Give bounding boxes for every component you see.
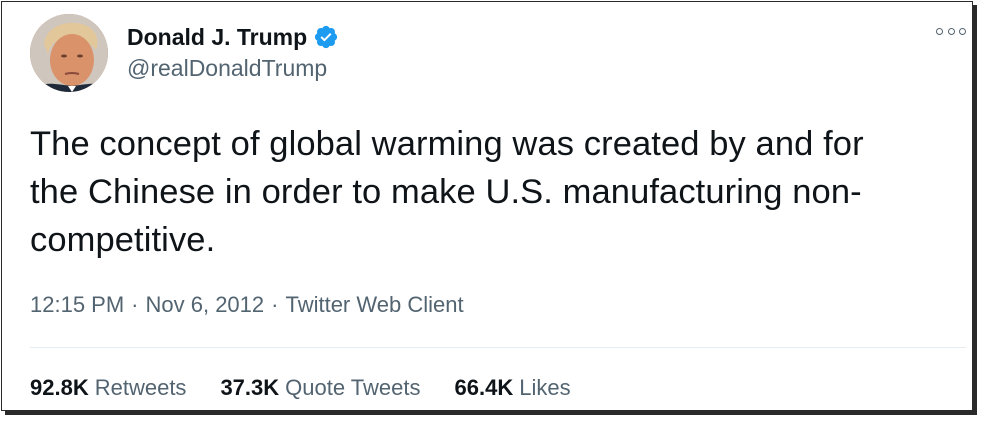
author-name-row[interactable]: Donald J. Trump	[127, 22, 339, 52]
more-options-icon[interactable]	[936, 24, 966, 38]
meta-separator: ·	[271, 292, 279, 317]
dot-icon	[936, 27, 943, 35]
dot-icon	[947, 27, 955, 35]
likes-label: Likes	[519, 375, 571, 400]
retweets-count: 92.8K	[30, 375, 89, 400]
meta-separator: ·	[131, 292, 139, 317]
author-handle[interactable]: @realDonaldTrump	[127, 55, 327, 82]
verified-badge-icon	[313, 24, 339, 50]
likes-stat[interactable]: 66.4K Likes	[455, 375, 571, 401]
tweet-source[interactable]: Twitter Web Client	[285, 292, 463, 317]
tweet-time[interactable]: 12:15 PM	[30, 292, 124, 317]
quote-tweets-label: Quote Tweets	[285, 375, 421, 400]
tweet-text: The concept of global warming was create…	[30, 125, 864, 259]
likes-count: 66.4K	[454, 375, 514, 400]
author-display-name[interactable]: Donald J. Trump	[127, 24, 307, 51]
tweet-meta: 12:15 PM · Nov 6, 2012 · Twitter Web Client	[30, 292, 464, 318]
tweet-date[interactable]: Nov 6, 2012	[146, 292, 265, 317]
retweets-label: Retweets	[94, 375, 187, 400]
retweets-stat[interactable]: 92.8K Retweets	[30, 375, 186, 401]
quote-tweets-stat[interactable]: 37.3K Quote Tweets	[220, 375, 420, 401]
avatar[interactable]	[30, 14, 108, 92]
dot-icon	[959, 27, 966, 35]
profile-photo	[30, 14, 108, 92]
tweet-stats: 92.8K Retweets 37.3K Quote Tweets 66.4K Lik…	[30, 375, 605, 401]
divider	[30, 347, 966, 348]
quote-tweets-count: 37.3K	[220, 375, 280, 400]
tweet-card: Donald J. Trump @realDonaldTrump The con…	[1, 1, 973, 411]
